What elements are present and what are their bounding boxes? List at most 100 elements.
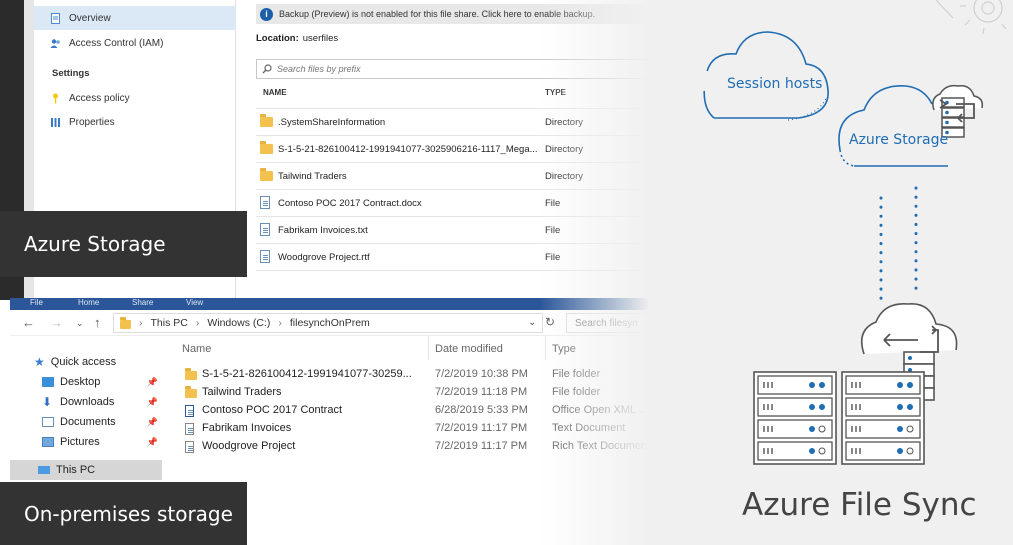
- sync-dotted-lines: [879, 186, 918, 307]
- nav-item-overview[interactable]: Overview: [34, 6, 236, 30]
- session-hosts-cloud-icon: [703, 31, 829, 119]
- pictures-icon: [42, 437, 54, 447]
- ribbon-tab-home[interactable]: Home: [78, 298, 99, 307]
- table-row[interactable]: .SystemShareInformation Directory: [256, 109, 648, 135]
- gear-icon: [935, 0, 1007, 35]
- row-type: File: [545, 252, 561, 263]
- item-date: 7/2/2019 11:17 PM: [435, 422, 528, 434]
- nav-label-access-policy: Access policy: [69, 92, 130, 104]
- azure-file-sync-diagram: [648, 0, 1013, 545]
- nav-section-settings: Settings: [52, 68, 90, 79]
- ribbon-tab-view[interactable]: View: [186, 298, 203, 307]
- row-name: Contoso POC 2017 Contract.docx: [278, 198, 422, 209]
- column-separator[interactable]: [428, 336, 429, 360]
- refresh-icon[interactable]: ↻: [545, 315, 555, 329]
- location-label: Location:: [256, 33, 299, 44]
- recent-dropdown-icon[interactable]: ⌄: [76, 318, 84, 329]
- search-files-input[interactable]: Search files by prefix: [256, 59, 648, 79]
- item-date: 6/28/2019 5:33 PM: [435, 404, 528, 416]
- ribbon-tab-file[interactable]: File: [30, 298, 43, 307]
- row-name: Tailwind Traders: [278, 171, 347, 182]
- rtf-file-icon: [185, 441, 194, 453]
- breadcrumb-drive[interactable]: Windows (C:): [207, 317, 270, 329]
- row-divider: [256, 270, 648, 271]
- pin-icon[interactable]: 📌: [147, 397, 158, 408]
- nav-item-properties[interactable]: Properties: [34, 110, 236, 134]
- nav-item-access-control[interactable]: Access Control (IAM): [34, 31, 236, 55]
- search-icon: [262, 64, 272, 74]
- azure-file-sync-title: Azure File Sync: [742, 487, 977, 523]
- nav-label-properties: Properties: [69, 116, 115, 128]
- row-name: S-1-5-21-826100412-1991941077-3025906216…: [278, 144, 538, 155]
- folder-icon: [185, 386, 197, 398]
- explorer-ribbon: File Home Share View: [10, 298, 648, 310]
- row-name: .SystemShareInformation: [278, 117, 386, 128]
- nav-item-quick-access[interactable]: ★ Quick access: [10, 352, 162, 372]
- pin-icon[interactable]: 📌: [147, 377, 158, 388]
- forward-arrow-icon[interactable]: →: [50, 315, 63, 330]
- list-item[interactable]: Tailwind Traders 7/2/2019 11:18 PM File …: [182, 384, 648, 402]
- column-header-date[interactable]: Date modified: [435, 343, 503, 355]
- item-date: 7/2/2019 11:18 PM: [435, 386, 528, 398]
- breadcrumb-folder[interactable]: filesynchOnPrem: [290, 317, 370, 329]
- downloads-label: Downloads: [60, 396, 115, 408]
- item-type: File folder: [552, 368, 601, 380]
- text-file-icon: [185, 423, 194, 435]
- row-type: Directory: [545, 171, 584, 182]
- nav-item-desktop[interactable]: Desktop 📌: [10, 372, 162, 392]
- azure-storage-cloud-icon: [838, 85, 948, 167]
- nav-item-documents[interactable]: Documents 📌: [10, 412, 162, 432]
- table-row[interactable]: Contoso POC 2017 Contract.docx File: [256, 190, 648, 216]
- column-header-type[interactable]: Type: [552, 343, 576, 355]
- file-icon: [260, 223, 270, 236]
- pin-icon[interactable]: 📌: [147, 417, 158, 428]
- ribbon-tab-share[interactable]: Share: [132, 298, 153, 307]
- folder-icon: [120, 316, 131, 329]
- pin-icon[interactable]: 📌: [147, 437, 158, 448]
- table-row[interactable]: Tailwind Traders Directory: [256, 163, 648, 189]
- breadcrumb-separator-icon: ›: [139, 317, 143, 329]
- nav-item-downloads[interactable]: ⬇ Downloads 📌: [10, 392, 162, 412]
- breadcrumb-this-pc[interactable]: This PC: [151, 317, 188, 329]
- folder-icon: [260, 114, 273, 127]
- column-header-type[interactable]: TYPE: [545, 88, 566, 97]
- column-header-name[interactable]: Name: [182, 343, 211, 355]
- search-files-placeholder: Search files by prefix: [277, 64, 361, 74]
- address-dropdown-icon[interactable]: ⌄: [528, 317, 536, 328]
- quick-access-label: Quick access: [50, 356, 117, 368]
- documents-icon: [42, 417, 54, 427]
- column-header-name[interactable]: NAME: [263, 88, 287, 97]
- row-type: Directory: [545, 144, 584, 155]
- this-pc-label: This PC: [56, 464, 96, 476]
- key-icon: [53, 93, 58, 103]
- list-item[interactable]: Woodgrove Project 7/2/2019 11:17 PM Rich…: [182, 438, 648, 456]
- address-bar[interactable]: › This PC › Windows (C:) › filesynchOnPr…: [113, 313, 543, 333]
- server-rack-icon: [753, 371, 837, 465]
- table-row[interactable]: Fabrikam Invoices.txt File: [256, 217, 648, 243]
- explorer-nav-pane: ★ Quick access Desktop 📌 ⬇ Downloads 📌 D…: [10, 338, 162, 482]
- breadcrumb-separator-icon: ›: [278, 317, 282, 329]
- explorer-address-row: ← → ⌄ ↑ › This PC › Windows (C:) › files…: [10, 310, 648, 336]
- list-item[interactable]: Fabrikam Invoices 7/2/2019 11:17 PM Text…: [182, 420, 648, 438]
- list-item[interactable]: S-1-5-21-826100412-1991941077-30259... 7…: [182, 366, 648, 384]
- nav-item-access-policy[interactable]: Access policy: [34, 86, 236, 110]
- star-icon: ★: [34, 355, 45, 369]
- azure-storage-label: Azure Storage: [0, 211, 247, 277]
- list-item[interactable]: Contoso POC 2017 Contract 6/28/2019 5:33…: [182, 402, 648, 420]
- nav-item-pictures[interactable]: Pictures 📌: [10, 432, 162, 452]
- table-row[interactable]: S-1-5-21-826100412-1991941077-3025906216…: [256, 136, 648, 162]
- item-date: 7/2/2019 10:38 PM: [435, 368, 528, 380]
- item-date: 7/2/2019 11:17 PM: [435, 440, 528, 452]
- download-icon: ⬇: [42, 395, 53, 409]
- nav-item-this-pc[interactable]: This PC: [10, 460, 162, 480]
- word-doc-icon: [185, 405, 194, 417]
- explorer-search-input[interactable]: Search filesyn: [566, 313, 648, 333]
- session-hosts-label: Session hosts: [727, 76, 823, 92]
- table-row[interactable]: Woodgrove Project.rtf File: [256, 244, 648, 270]
- item-type: Rich Text Documen: [552, 440, 648, 452]
- backup-banner[interactable]: i Backup (Preview) is not enabled for th…: [256, 4, 648, 24]
- column-separator[interactable]: [545, 336, 546, 360]
- backup-banner-text: Backup (Preview) is not enabled for this…: [279, 9, 596, 19]
- back-arrow-icon[interactable]: ←: [22, 315, 35, 330]
- up-arrow-icon[interactable]: ↑: [94, 315, 101, 330]
